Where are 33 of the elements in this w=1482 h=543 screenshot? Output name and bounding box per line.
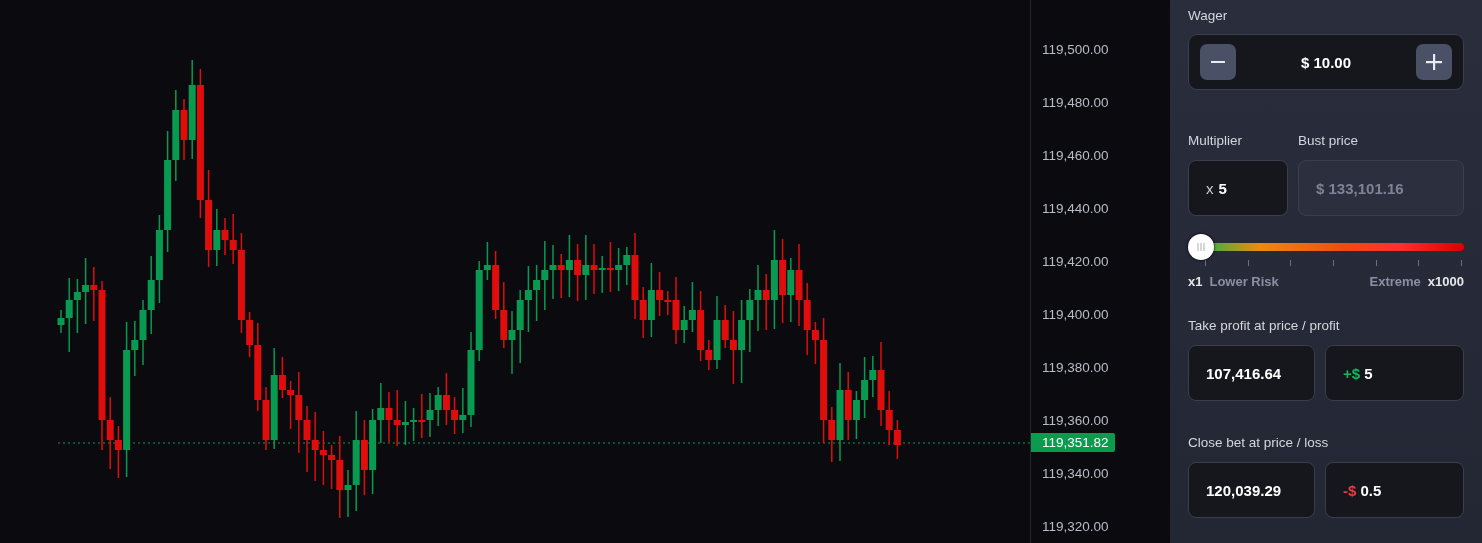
axis-label: 119,400.00 [1041,306,1109,324]
wager-amount: $ 10.00 [1300,53,1351,71]
plus-icon [1425,53,1443,71]
minus-icon [1211,60,1225,64]
axis-label: 119,460.00 [1041,147,1109,165]
axis-label: 119,440.00 [1041,200,1109,218]
risk-caption: Extreme [1369,274,1421,289]
amount-field[interactable]: -$ 0.5 [1325,462,1464,518]
min-multiplier: x1 [1188,274,1203,289]
field-label: Wager [1188,7,1229,25]
axis-label: 119,360.00 [1041,412,1109,430]
field-label: Bust price [1298,132,1359,150]
axis-label: 119,500.00 [1041,41,1109,59]
increase-button[interactable] [1416,44,1452,80]
field-label: Multiplier [1188,132,1243,150]
max-multiplier: x1000 [1427,274,1464,289]
current-price-tag: 119,351.82 [1031,433,1115,452]
slider-thumb[interactable] [1188,234,1214,260]
decrease-button[interactable] [1200,44,1236,80]
multiplier-field[interactable]: x 5 [1188,160,1288,216]
axis-label: 119,320.00 [1041,518,1109,536]
risk-caption: Lower Risk [1209,274,1279,289]
field-label: Take profit at price / profit [1188,318,1340,333]
bust-price-field: $ 133,101.16 [1298,160,1464,216]
wager-field[interactable]: $ 10.00 [1188,34,1464,90]
price-field[interactable]: 107,416.64 [1188,345,1316,401]
axis-label: 119,340.00 [1041,465,1109,483]
axis-label: 119,420.00 [1041,253,1109,271]
axis-label: 119,380.00 [1041,359,1109,377]
field-label: Close bet at price / loss [1188,435,1329,450]
amount-field[interactable]: +$ 5 [1325,345,1464,401]
price-field[interactable]: 120,039.29 [1188,462,1316,518]
axis-label: 119,480.00 [1041,94,1109,112]
